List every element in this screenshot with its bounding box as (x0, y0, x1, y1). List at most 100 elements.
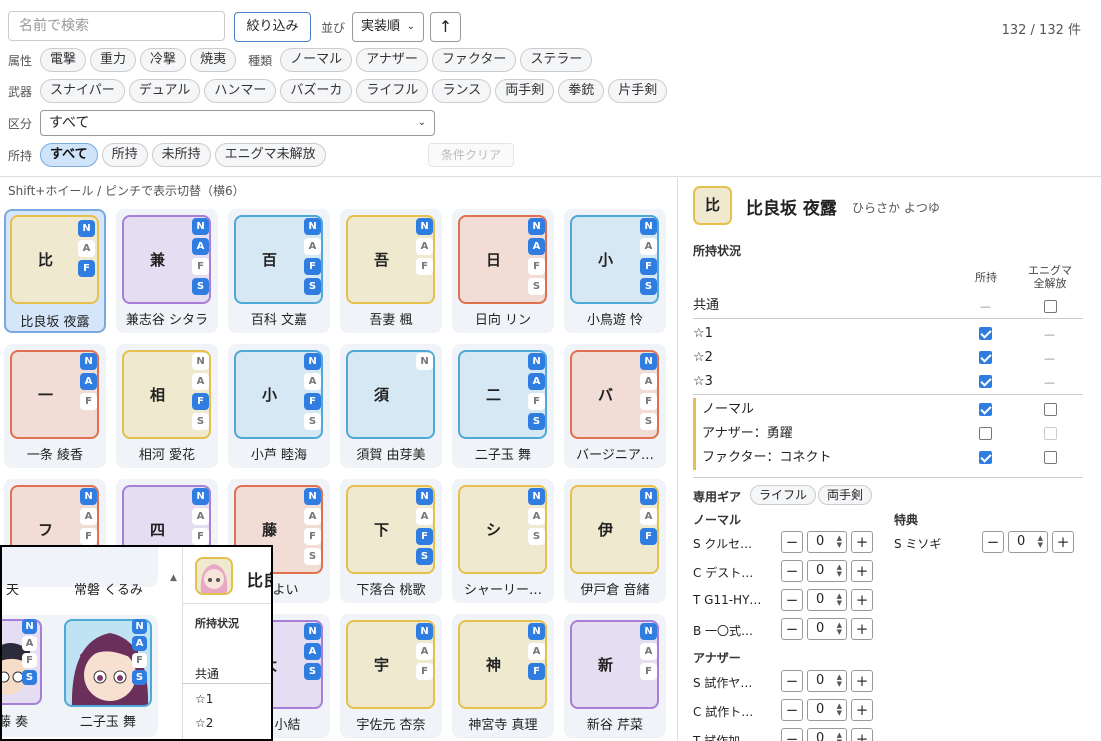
decrement-button[interactable]: − (781, 699, 803, 721)
clear-filters-button[interactable]: 条件クリア (428, 143, 515, 167)
character-card[interactable]: 新 N A F 新谷 芹菜 (564, 614, 666, 738)
character-name: 吾妻 楓 (369, 313, 413, 328)
character-card[interactable]: 相 N A F S 相河 愛花 (116, 344, 218, 468)
chip-weapon[interactable]: ランス (432, 79, 492, 103)
chip-weapon[interactable]: スナイパー (40, 79, 125, 103)
gear-count-input[interactable]: 0 ▲▼ (807, 531, 847, 553)
character-card[interactable]: 小 N A F S 小鳥遊 怜 (564, 209, 666, 333)
spinner-icon[interactable]: ▲▼ (1038, 535, 1043, 549)
increment-button[interactable]: + (851, 699, 873, 721)
chip-weapon[interactable]: ハンマー (204, 79, 277, 103)
scroll-up-icon[interactable]: ▲ (170, 573, 180, 583)
character-card[interactable]: 日 N A F S 日向 リン (452, 209, 554, 333)
gear-count-input[interactable]: 0 ▲▼ (807, 728, 847, 741)
decrement-button[interactable]: − (781, 560, 803, 582)
gear-count-value: 0 (816, 731, 825, 741)
filter-button[interactable]: 絞り込み (234, 12, 311, 42)
spinner-icon[interactable]: ▲▼ (837, 564, 842, 578)
badge-n: N (80, 353, 97, 370)
own-checkbox-star1[interactable] (979, 327, 992, 340)
character-card[interactable]: 二 N A F S 二子玉 舞 (452, 344, 554, 468)
enigma-checkbox-another[interactable] (1044, 427, 1057, 440)
chip-own-enigma[interactable]: エニグマ未解放 (214, 143, 326, 167)
chip-own-all[interactable]: すべて (40, 143, 98, 167)
character-card[interactable]: 兼 N A F S 兼志谷 シタラ (116, 209, 218, 333)
category-select[interactable]: すべて ⌄ (40, 110, 436, 136)
sort-value: 実装順 (361, 19, 401, 34)
increment-button[interactable]: + (851, 560, 873, 582)
character-card[interactable]: 吾 N A F 吾妻 楓 (340, 209, 442, 333)
increment-button[interactable]: + (1052, 531, 1074, 553)
enigma-checkbox-common[interactable] (1044, 300, 1057, 313)
enigma-checkbox-factor[interactable] (1044, 451, 1057, 464)
gear-count-input[interactable]: 0 ▲▼ (807, 670, 847, 692)
decrement-button[interactable]: − (781, 589, 803, 611)
chip-weapon[interactable]: 片手剣 (608, 79, 668, 103)
divider (693, 477, 1083, 478)
gear-count-input[interactable]: 0 ▲▼ (807, 618, 847, 640)
style-badges: NAFS (640, 218, 657, 295)
chip-type[interactable]: ノーマル (280, 48, 353, 72)
chip-weapon[interactable]: バズーカ (280, 79, 353, 103)
chip-own-owned[interactable]: 所持 (101, 143, 148, 167)
spinner-icon[interactable]: ▲▼ (837, 674, 842, 688)
character-card[interactable]: 比 N A F 比良坂 夜露 (4, 209, 106, 333)
chip-weapon[interactable]: 両手剣 (495, 79, 555, 103)
increment-button[interactable]: + (851, 670, 873, 692)
character-card[interactable]: 伊 N A F 伊戸倉 音緒 (564, 479, 666, 603)
character-card[interactable]: 小 N A F S 小芦 睦海 (228, 344, 330, 468)
chip-attr[interactable]: 冷撃 (140, 48, 187, 72)
gear-count-input[interactable]: 0 ▲▼ (807, 589, 847, 611)
spinner-icon[interactable]: ▲▼ (837, 732, 842, 741)
character-card[interactable]: 下 N A F S 下落合 桃歌 (340, 479, 442, 603)
character-card[interactable]: バ N A F S バージニア… (564, 344, 666, 468)
character-card[interactable]: 宇 N A F 宇佐元 杏奈 (340, 614, 442, 738)
character-card[interactable]: 須 N 須賀 由芽美 (340, 344, 442, 468)
increment-button[interactable]: + (851, 728, 873, 741)
enigma-checkbox-normal[interactable] (1044, 403, 1057, 416)
spinner-icon[interactable]: ▲▼ (837, 622, 842, 636)
increment-button[interactable]: + (851, 531, 873, 553)
increment-button[interactable]: + (851, 618, 873, 640)
gear-count-input[interactable]: 0 ▲▼ (807, 699, 847, 721)
overlay-own-title: 所持状況 (195, 617, 239, 630)
own-checkbox-factor[interactable] (979, 451, 992, 464)
chip-attr[interactable]: 重力 (90, 48, 137, 72)
gear-count-input[interactable]: 0 ▲▼ (807, 560, 847, 582)
decrement-button[interactable]: − (781, 670, 803, 692)
chip-attr[interactable]: 電撃 (40, 48, 87, 72)
own-checkbox-another[interactable] (979, 427, 992, 440)
own-checkbox-star3[interactable] (979, 375, 992, 388)
chip-type[interactable]: ファクター (431, 48, 517, 72)
spinner-icon[interactable]: ▲▼ (837, 535, 842, 549)
decrement-button[interactable]: − (781, 531, 803, 553)
own-checkbox-star2[interactable] (979, 351, 992, 364)
own-checkbox-normal[interactable] (979, 403, 992, 416)
character-card[interactable]: 神 N A F 神宮寺 真理 (452, 614, 554, 738)
badge-s: S (132, 670, 147, 685)
character-name: バージニア… (576, 448, 654, 463)
decrement-button[interactable]: − (781, 728, 803, 741)
character-card[interactable]: 一 N A F 一条 綾香 (4, 344, 106, 468)
chip-type[interactable]: アナザー (356, 48, 428, 72)
filter-panel: 名前で検索 絞り込み 並び 実装順 ⌄ ↑ 132 / 132 件 属性 電撃 重… (0, 0, 1101, 177)
decrement-button[interactable]: − (781, 618, 803, 640)
chip-own-unowned[interactable]: 未所持 (151, 143, 211, 167)
increment-button[interactable]: + (851, 589, 873, 611)
chip-weapon[interactable]: デュアル (128, 79, 201, 103)
spinner-icon[interactable]: ▲▼ (837, 593, 842, 607)
decrement-button[interactable]: − (982, 531, 1004, 553)
gear-count-input[interactable]: 0 ▲▼ (1008, 531, 1048, 553)
chip-weapon[interactable]: 拳銃 (558, 79, 605, 103)
character-card[interactable]: シ N A S シャーリー… (452, 479, 554, 603)
sort-select[interactable]: 実装順 ⌄ (352, 12, 424, 42)
overlay-detail-name: 比良 (247, 571, 271, 590)
sort-direction-button[interactable]: ↑ (430, 12, 461, 42)
search-input[interactable]: 名前で検索 (8, 11, 225, 41)
character-card[interactable]: 百 N A F S 百科 文嘉 (228, 209, 330, 333)
badge-n: N (304, 488, 321, 505)
chip-weapon[interactable]: ライフル (356, 79, 429, 103)
spinner-icon[interactable]: ▲▼ (837, 703, 842, 717)
chip-attr[interactable]: 焼夷 (190, 48, 237, 72)
chip-type[interactable]: ステラー (520, 48, 593, 72)
